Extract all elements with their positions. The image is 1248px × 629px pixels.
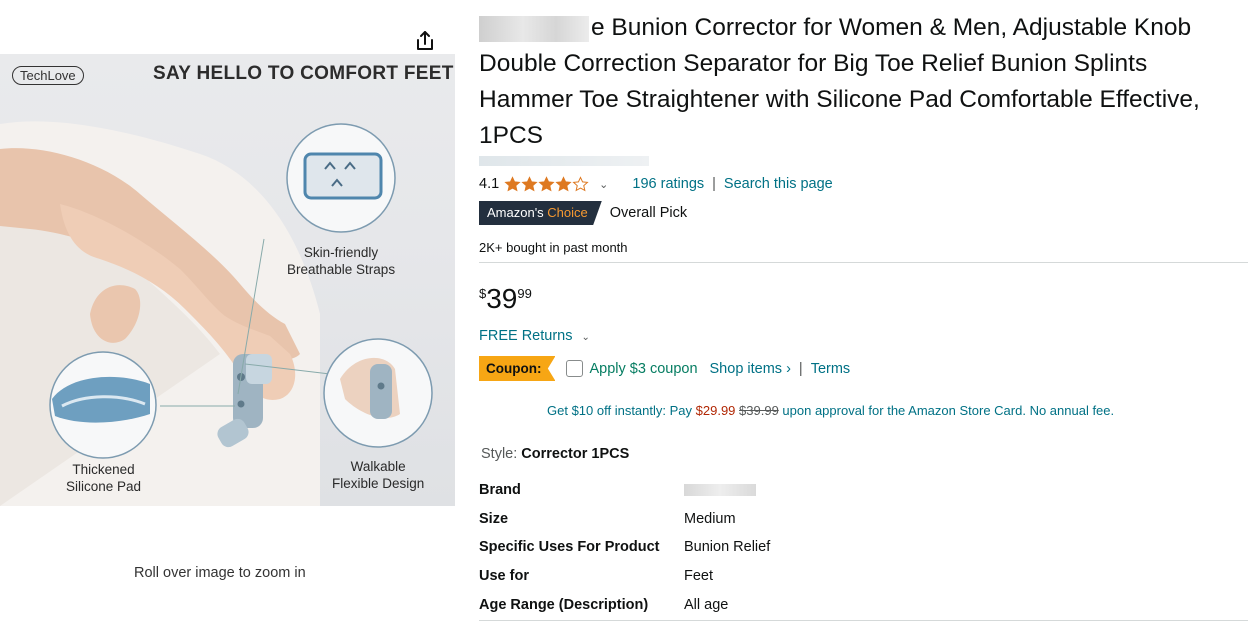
- spec-value: [684, 476, 770, 505]
- card-offer-lead: Get $10 off instantly: Pay: [547, 403, 693, 418]
- share-icon[interactable]: [413, 29, 437, 53]
- product-main-image[interactable]: TechLove SAY HELLO TO COMFORT FEET Skin-…: [0, 54, 455, 506]
- redacted-brand-value: [684, 484, 756, 497]
- amazons-choice-badge[interactable]: Amazon's Choice: [479, 201, 602, 225]
- price-fraction: 99: [517, 286, 532, 301]
- callout-pad-line-2: Silicone Pad: [66, 479, 142, 494]
- product-title: e Bunion Corrector for Women & Men, Adju…: [479, 10, 1244, 154]
- spec-row: Use for Feet: [479, 562, 770, 591]
- star-icon: [555, 175, 572, 193]
- price-symbol: $: [479, 286, 487, 301]
- star-icon: [504, 175, 521, 193]
- image-headline: SAY HELLO TO COMFORT FEET: [153, 63, 454, 84]
- separator: |: [798, 360, 803, 377]
- shop-items-label[interactable]: Shop items: [710, 361, 783, 377]
- callout-straps-line-1: Skin-friendly: [303, 245, 379, 260]
- callout-design-line-1: Walkable: [350, 459, 406, 474]
- price-whole: 39: [486, 283, 518, 314]
- checkbox-icon[interactable]: [566, 360, 584, 377]
- style-value: Corrector 1PCS: [521, 446, 630, 462]
- choice-label: Overall Pick: [609, 205, 688, 221]
- star-icon: [572, 175, 589, 193]
- redacted-store-link[interactable]: [479, 156, 649, 166]
- choice-badge-highlight: Choice: [547, 205, 588, 220]
- choice-row: Amazon's Choice Overall Pick: [479, 201, 687, 225]
- zoom-hint: Roll over image to zoom in: [134, 565, 306, 581]
- redacted-brand-text: [479, 15, 589, 42]
- apply-coupon-label[interactable]: Apply $3 coupon: [589, 361, 697, 377]
- spec-value: Bunion Relief: [684, 539, 771, 556]
- search-page-link[interactable]: Search this page: [724, 176, 833, 192]
- spec-key: Use for: [479, 568, 529, 585]
- spec-value: Medium: [684, 510, 736, 527]
- free-returns-label[interactable]: FREE Returns: [479, 328, 572, 344]
- spec-row: Specific Uses For Product Bunion Relief: [479, 533, 770, 562]
- spec-key: Size: [479, 510, 509, 527]
- card-offer-tail: upon approval for the Amazon Store Card.…: [782, 403, 1115, 418]
- callout-design: Walkable Flexible Design: [332, 458, 424, 492]
- choice-badge-prefix: Amazon's: [487, 205, 544, 220]
- spec-key: Brand: [479, 482, 521, 499]
- coupon-row: Coupon: Apply $3 coupon Shop items › | T…: [479, 356, 850, 381]
- rating-stars[interactable]: [504, 175, 589, 193]
- rating-value: 4.1: [479, 176, 500, 192]
- coupon-badge: Coupon:: [479, 356, 556, 381]
- spec-value: Feet: [684, 568, 714, 585]
- rating-row: 4.1 ⌄ 196 ratings | Search this page: [479, 174, 833, 194]
- brand-logo: TechLove: [12, 66, 84, 85]
- callout-pad-line-1: Thickened: [72, 462, 135, 477]
- separator: |: [712, 176, 716, 192]
- chevron-down-icon[interactable]: ⌄: [582, 332, 590, 343]
- bought-count: 2K+ bought in past month: [479, 240, 628, 255]
- divider: [479, 620, 1248, 621]
- ratings-count-link[interactable]: 196 ratings: [632, 176, 704, 192]
- store-card-offer[interactable]: Get $10 off instantly: Pay $29.99 $39.99…: [547, 403, 1114, 418]
- spec-key: Specific Uses For Product: [479, 539, 660, 556]
- terms-link[interactable]: Terms: [811, 361, 850, 377]
- spec-row: Size Medium: [479, 505, 770, 534]
- free-returns[interactable]: FREE Returns ⌄: [479, 328, 590, 344]
- card-offer-price: $29.99: [695, 403, 736, 418]
- price: $3999: [479, 283, 532, 315]
- shop-items-link[interactable]: Shop items ›: [710, 361, 791, 377]
- spec-row: Age Range (Description) All age: [479, 590, 770, 619]
- callout-design-line-2: Flexible Design: [332, 476, 425, 491]
- style-line: Style: Corrector 1PCS: [481, 446, 629, 462]
- callout-straps-line-2: Breathable Straps: [287, 262, 396, 277]
- star-icon: [538, 175, 555, 193]
- callout-pad: Thickened Silicone Pad: [66, 461, 141, 495]
- specs-table: Brand Size Medium Specific Uses For Prod…: [479, 476, 770, 619]
- spec-value: All age: [684, 596, 729, 613]
- callout-straps: Skin-friendly Breathable Straps: [287, 244, 395, 278]
- star-icon: [521, 175, 538, 193]
- style-label: Style:: [481, 446, 518, 462]
- chevron-down-icon[interactable]: ⌄: [599, 178, 608, 191]
- divider: [479, 262, 1248, 263]
- card-offer-old-price: $39.99: [739, 403, 779, 418]
- spec-row: Brand: [479, 476, 770, 505]
- spec-key: Age Range (Description): [479, 596, 649, 613]
